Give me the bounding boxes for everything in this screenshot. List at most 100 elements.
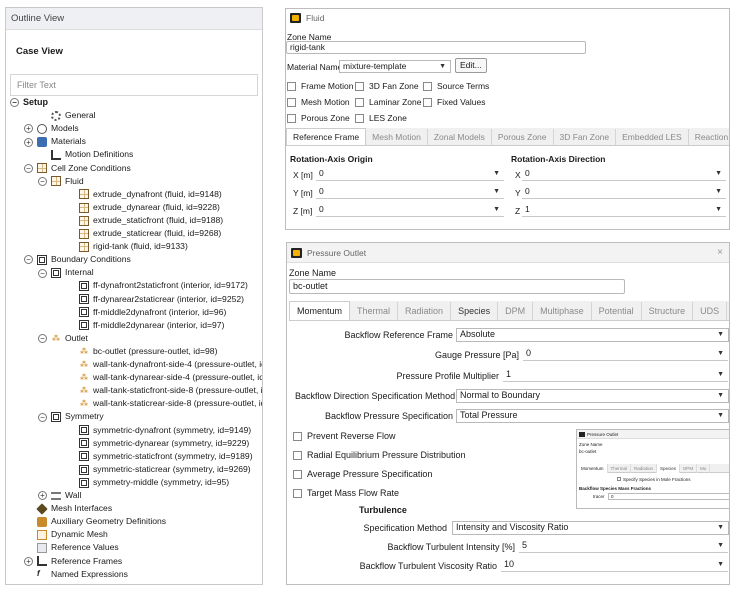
laminar-zone-checkbox[interactable]: Laminar Zone xyxy=(355,97,421,108)
tree-cell-zone[interactable]: extrude_dynarear (fluid, id=9228) xyxy=(79,201,220,214)
backflow-pressure-spec-dropdown[interactable]: Total Pressure ▼ xyxy=(456,409,729,423)
backflow-direction-dropdown[interactable]: Normal to Boundary ▼ xyxy=(456,389,729,403)
tree-cell-zone[interactable]: extrude_staticrear (fluid, id=9268) xyxy=(79,227,221,240)
tree-dynamic-mesh[interactable]: Dynamic Mesh xyxy=(37,528,108,541)
tree-boundary-zone[interactable]: ff-middle2dynafront (interior, id=96) xyxy=(79,306,226,319)
tab-embedded-les[interactable]: Embedded LES xyxy=(616,129,689,145)
gauge-pressure-input[interactable]: 0 ▼ xyxy=(523,347,728,361)
tree-named-expressions[interactable]: f Named Expressions xyxy=(37,568,128,581)
tree-cell-zone[interactable]: extrude_staticfront (fluid, id=9188) xyxy=(79,214,223,227)
material-name-dropdown[interactable]: mixture-template ▼ xyxy=(339,60,451,73)
tree-setup[interactable]: − Setup xyxy=(10,96,48,109)
tree-fluid[interactable]: − Fluid xyxy=(38,175,84,188)
frame-motion-checkbox[interactable]: Frame Motion xyxy=(287,81,353,92)
turbulent-viscosity-ratio-input[interactable]: 10 ▼ xyxy=(501,558,728,572)
tab-potential[interactable]: Potential xyxy=(592,302,642,320)
zone-name-input[interactable]: bc-outlet xyxy=(289,279,625,294)
direction-x-input[interactable]: 0 ▼ xyxy=(522,167,726,181)
tab-species[interactable]: Species xyxy=(451,302,499,320)
expand-icon[interactable]: + xyxy=(38,491,47,501)
expand-icon[interactable]: + xyxy=(24,137,33,147)
tree-boundary-zone[interactable]: symmetry-middle (symmetry, id=95) xyxy=(79,476,229,489)
mesh-motion-checkbox[interactable]: Mesh Motion xyxy=(287,97,350,108)
tree-boundary-zone[interactable]: symmetric-dynafront (symmetry, id=9149) xyxy=(79,424,251,437)
chevron-down-icon[interactable]: ▼ xyxy=(493,167,500,180)
tree-boundary-zone[interactable]: ff-dynarear2staticrear (interior, id=925… xyxy=(79,293,244,306)
tree-motion-definitions[interactable]: Motion Definitions xyxy=(51,148,133,161)
collapse-icon[interactable]: − xyxy=(24,255,33,265)
chevron-down-icon[interactable]: ▼ xyxy=(717,539,724,552)
les-zone-checkbox[interactable]: LES Zone xyxy=(355,113,407,124)
origin-z-input[interactable]: 0 ▼ xyxy=(316,203,504,217)
chevron-down-icon[interactable]: ▼ xyxy=(717,368,724,381)
tree-cell-zone-conditions[interactable]: − Cell Zone Conditions xyxy=(24,162,131,175)
tab-momentum[interactable]: Momentum xyxy=(289,301,351,320)
tree-materials[interactable]: + Materials xyxy=(24,135,86,148)
collapse-icon[interactable]: − xyxy=(38,334,47,344)
direction-z-input[interactable]: 1 ▼ xyxy=(522,203,726,217)
pressure-profile-multiplier-input[interactable]: 1 ▼ xyxy=(503,368,728,382)
chevron-down-icon[interactable]: ▼ xyxy=(493,203,500,216)
tree-boundary-zone[interactable]: ff-dynafront2staticfront (interior, id=9… xyxy=(79,279,248,292)
tree-boundary-zone[interactable]: symmetric-dynarear (symmetry, id=9229) xyxy=(79,437,249,450)
tree-cell-zone[interactable]: extrude_dynafront (fluid, id=9148) xyxy=(79,188,222,201)
fixed-values-checkbox[interactable]: Fixed Values xyxy=(423,97,486,108)
origin-y-input[interactable]: 0 ▼ xyxy=(316,185,504,199)
tab-multiphase[interactable]: Multiphase xyxy=(533,302,592,320)
tab-radiation[interactable]: Radiation xyxy=(398,302,452,320)
tree-boundary-zone[interactable]: ⁂ wall-tank-dynarear-side-4 (pressure-out… xyxy=(79,371,262,384)
target-mass-flow-checkbox[interactable]: Target Mass Flow Rate xyxy=(293,488,399,499)
average-pressure-checkbox[interactable]: Average Pressure Specification xyxy=(293,469,432,480)
origin-x-input[interactable]: 0 ▼ xyxy=(316,167,504,181)
tab-thermal[interactable]: Thermal xyxy=(350,302,399,320)
tree-boundary-zone[interactable]: ff-middle2dynarear (interior, id=97) xyxy=(79,319,224,332)
edit-material-button[interactable]: Edit... xyxy=(455,58,487,73)
collapse-icon[interactable]: − xyxy=(38,412,47,422)
chevron-down-icon[interactable]: ▼ xyxy=(715,203,722,216)
tree-auxiliary-geometry[interactable]: Auxiliary Geometry Definitions xyxy=(37,515,166,528)
tab-uds[interactable]: UDS xyxy=(693,302,728,320)
backflow-reference-frame-dropdown[interactable]: Absolute ▼ xyxy=(456,328,729,342)
chevron-down-icon[interactable]: ▼ xyxy=(715,167,722,180)
tree-general[interactable]: General xyxy=(51,109,96,122)
tab-3d-fan-zone[interactable]: 3D Fan Zone xyxy=(554,129,617,145)
tree-boundary-zone[interactable]: symmetric-staticfront (symmetry, id=9189… xyxy=(79,450,253,463)
specification-method-dropdown[interactable]: Intensity and Viscosity Ratio ▼ xyxy=(452,521,729,535)
turbulent-intensity-input[interactable]: 5 ▼ xyxy=(519,539,728,553)
tree-boundary-zone[interactable]: ⁂ wall-tank-dynafront-side-4 (pressure-ou… xyxy=(79,358,262,371)
expand-icon[interactable]: + xyxy=(24,124,33,134)
source-terms-checkbox[interactable]: Source Terms xyxy=(423,81,489,92)
porous-zone-checkbox[interactable]: Porous Zone xyxy=(287,113,350,124)
3d-fan-zone-checkbox[interactable]: 3D Fan Zone xyxy=(355,81,419,92)
tab-dpm[interactable]: DPM xyxy=(498,302,534,320)
collapse-icon[interactable]: − xyxy=(38,176,47,186)
close-icon[interactable]: × xyxy=(717,243,723,263)
chevron-down-icon[interactable]: ▼ xyxy=(493,185,500,198)
collapse-icon[interactable]: − xyxy=(24,163,33,173)
radial-equilibrium-checkbox[interactable]: Radial Equilibrium Pressure Distribution xyxy=(293,450,466,461)
tab-reference-frame[interactable]: Reference Frame xyxy=(286,128,367,145)
tab-mesh-motion[interactable]: Mesh Motion xyxy=(366,129,428,145)
tree-cell-zone[interactable]: rigid-tank (fluid, id=9133) xyxy=(79,240,188,253)
tree-boundary-zone[interactable]: symmetric-staticrear (symmetry, id=9269) xyxy=(79,463,251,476)
tree-boundary-zone[interactable]: ⁂ wall-tank-staticfront-side-8 (pressure-… xyxy=(79,384,262,397)
tree-outlet[interactable]: − ⁂ Outlet xyxy=(38,332,88,345)
tab-porous-zone[interactable]: Porous Zone xyxy=(492,129,554,145)
tree-models[interactable]: + Models xyxy=(24,122,79,135)
tab-zonal-models[interactable]: Zonal Models xyxy=(428,129,492,145)
tree-mesh-interfaces[interactable]: Mesh Interfaces xyxy=(36,502,112,515)
tree-boundary-conditions[interactable]: − Boundary Conditions xyxy=(24,253,131,266)
chevron-down-icon[interactable]: ▼ xyxy=(715,185,722,198)
tab-structure[interactable]: Structure xyxy=(642,302,694,320)
tab-reaction[interactable]: Reaction xyxy=(689,129,729,145)
collapse-icon[interactable]: − xyxy=(38,268,47,278)
expand-icon[interactable]: + xyxy=(24,556,33,566)
chevron-down-icon[interactable]: ▼ xyxy=(717,347,724,360)
tree-boundary-zone[interactable]: ⁂ bc-outlet (pressure-outlet, id=98) xyxy=(79,345,217,358)
chevron-down-icon[interactable]: ▼ xyxy=(717,558,724,571)
tree-boundary-zone[interactable]: ⁂ wall-tank-staticrear-side-8 (pressure-o… xyxy=(79,397,262,410)
tree-reference-values[interactable]: Reference Values xyxy=(37,541,119,554)
collapse-icon[interactable]: − xyxy=(10,98,19,108)
prevent-reverse-flow-checkbox[interactable]: Prevent Reverse Flow xyxy=(293,431,396,442)
tree-internal[interactable]: − Internal xyxy=(38,266,94,279)
